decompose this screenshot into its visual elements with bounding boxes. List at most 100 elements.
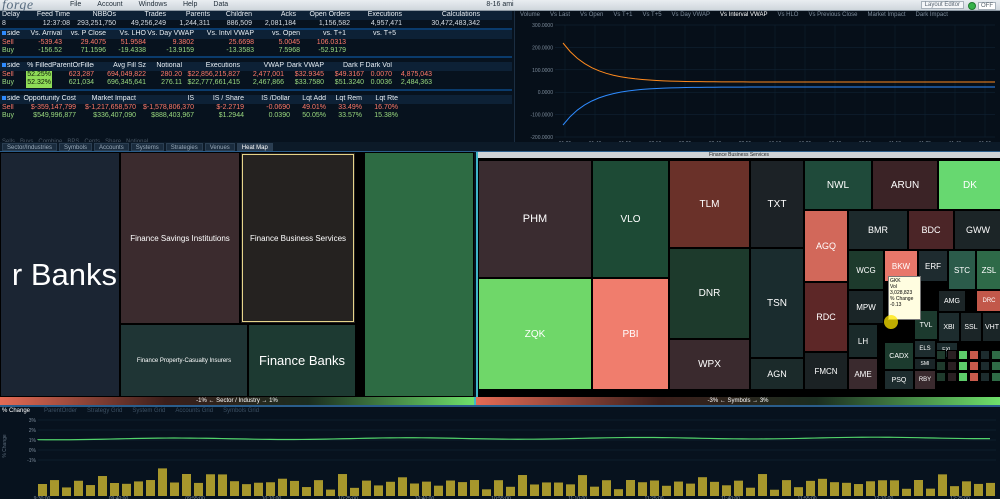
panel-tab[interactable]: Heat Map <box>236 143 273 151</box>
symbol-tile[interactable]: BDC <box>908 210 954 250</box>
summary-header-cell: Trades <box>144 11 166 18</box>
bottom-tab[interactable]: ParentOrder <box>44 408 77 414</box>
bottom-tab[interactable]: Strategy Grid <box>87 408 122 414</box>
menu-file[interactable]: File <box>70 1 81 8</box>
panel-tab[interactable]: Systems <box>130 143 164 151</box>
symbol-tile[interactable]: ZSL <box>976 250 1000 290</box>
symbol-tile[interactable]: MPW <box>848 290 884 324</box>
symbol-tile[interactable] <box>958 372 968 382</box>
menu-help[interactable]: Help <box>183 1 197 8</box>
sector-tile[interactable]: Finance Property-Casualty Insurers <box>120 324 248 397</box>
symbol-tile[interactable]: PBI <box>592 278 669 390</box>
symbol-tile[interactable]: STC <box>948 250 976 290</box>
symbol-tile[interactable]: AGN <box>750 358 804 390</box>
symbol-tile[interactable]: ERF <box>918 250 948 282</box>
symbol-tile[interactable]: TXT <box>750 160 804 248</box>
menu-windows[interactable]: Windows <box>139 1 167 8</box>
symbol-tile[interactable] <box>991 361 1000 371</box>
chart-tab[interactable]: Vs T+5 <box>637 11 666 21</box>
chart-tab[interactable]: Vs HLO <box>772 11 803 21</box>
menu-account[interactable]: Account <box>97 1 122 8</box>
expand-icon[interactable] <box>2 96 6 101</box>
symbol-tile[interactable] <box>958 361 968 371</box>
symbol-tile[interactable]: ZQK <box>478 278 592 390</box>
symbol-tile[interactable] <box>969 372 979 382</box>
symbol-tile[interactable]: AME <box>848 358 878 390</box>
chart-tab[interactable]: Vs Last <box>545 11 575 21</box>
percent-change-panel: % Change ParentOrder Strategy Grid System … <box>0 405 1000 499</box>
panel-tab[interactable]: Sector/Industries <box>2 143 58 151</box>
symbol-tile[interactable]: SSL <box>960 312 982 342</box>
bottom-tab[interactable]: Accounts Grid <box>175 408 213 414</box>
panel-tab[interactable]: Symbols <box>59 143 93 151</box>
symbol-tile[interactable]: WCG <box>848 250 884 290</box>
chart-tab[interactable]: Vs Interval VWAP <box>715 11 772 21</box>
symbol-tile[interactable] <box>936 372 946 382</box>
menu-data[interactable]: Data <box>213 1 228 8</box>
cost-buy-row-cell: $888,403,967 <box>151 112 194 119</box>
symbol-tile[interactable]: TSN <box>750 248 804 358</box>
symbol-tile[interactable] <box>947 372 957 382</box>
panel-tab[interactable]: Accounts <box>94 143 129 151</box>
symbol-tile[interactable]: AGQ <box>804 210 848 282</box>
chart-tab[interactable]: Market Impact <box>863 11 911 21</box>
chart-tab[interactable]: Vs Day VWAP <box>667 11 715 21</box>
symbol-tile[interactable] <box>947 361 957 371</box>
panel-tab[interactable]: Strategies <box>165 143 203 151</box>
symbol-tile[interactable]: PHM <box>478 160 592 278</box>
symbol-tile[interactable]: DNR <box>669 248 750 339</box>
symbol-tile[interactable]: ARUN <box>872 160 938 210</box>
sector-tile[interactable]: Finance Business Services <box>240 152 356 324</box>
chart-tab[interactable]: Vs T+1 <box>608 11 637 21</box>
layout-editor-button[interactable]: Layout Editor <box>920 1 964 9</box>
cost-header-cell: IS /Dollar <box>261 95 290 102</box>
sector-tile[interactable]: Finance Banks <box>248 324 356 397</box>
symbol-tile[interactable]: XBI <box>938 312 960 342</box>
symbol-tile[interactable]: DK <box>938 160 1000 210</box>
sector-tile[interactable]: r Banks <box>0 152 120 397</box>
symbol-tile[interactable] <box>980 361 990 371</box>
symbol-tile[interactable]: RBY <box>914 370 936 390</box>
bottom-tab[interactable]: System Grid <box>132 408 165 414</box>
symbol-tile[interactable]: RDC <box>804 282 848 352</box>
symbol-tile[interactable]: VLO <box>592 160 669 278</box>
symbol-tile[interactable] <box>980 350 990 360</box>
symbol-tile[interactable] <box>969 361 979 371</box>
symbol-tile[interactable]: GWW <box>954 210 1000 250</box>
symbol-tile[interactable]: SMI <box>914 358 936 370</box>
bottom-tab[interactable]: Symbols Grid <box>223 408 259 414</box>
symbol-tile[interactable] <box>991 372 1000 382</box>
symbol-tile[interactable] <box>980 372 990 382</box>
symbol-tile[interactable] <box>936 361 946 371</box>
sector-tile[interactable]: Finance Savings Institutions <box>120 152 240 324</box>
symbol-tile[interactable]: BMR <box>848 210 908 250</box>
chart-tab[interactable]: Vs Open <box>575 11 608 21</box>
symbol-tile[interactable] <box>936 350 946 360</box>
symbol-tile[interactable]: ELS <box>914 340 936 358</box>
sector-tile[interactable] <box>364 152 474 397</box>
symbol-tile[interactable] <box>991 350 1000 360</box>
symbol-tile[interactable]: CADX <box>884 342 914 370</box>
symbol-tile[interactable]: WPX <box>669 339 750 390</box>
symbol-tile[interactable]: AMG <box>938 290 966 312</box>
expand-icon[interactable] <box>2 31 6 36</box>
symbol-tile[interactable]: VHT <box>982 312 1000 342</box>
symbol-tile[interactable] <box>969 350 979 360</box>
chart-tab[interactable]: Volume <box>515 11 545 21</box>
volume-bar <box>698 477 707 496</box>
toggle-switch[interactable]: OFF <box>968 1 998 10</box>
symbol-tile[interactable] <box>958 350 968 360</box>
symbol-tile[interactable]: TLM <box>669 160 750 248</box>
symbol-tile[interactable]: LH <box>848 324 878 358</box>
chart-tab[interactable]: Vs Previous Close <box>803 11 862 21</box>
symbol-tile[interactable]: FMCN <box>804 352 848 390</box>
expand-icon[interactable] <box>2 63 6 68</box>
symbol-tile[interactable]: PSQ <box>884 370 914 390</box>
symbol-tile[interactable]: NWL <box>804 160 872 210</box>
symbol-tile[interactable] <box>947 350 957 360</box>
chart-tab[interactable]: Dark Impact <box>911 11 953 21</box>
arrival-buy-row-cell: -156.52 <box>38 47 62 54</box>
fills-sell-row-cell: 2,477,001 <box>252 70 284 78</box>
panel-tab[interactable]: Venues <box>204 143 235 151</box>
symbol-tile[interactable]: DRC <box>976 290 1000 312</box>
